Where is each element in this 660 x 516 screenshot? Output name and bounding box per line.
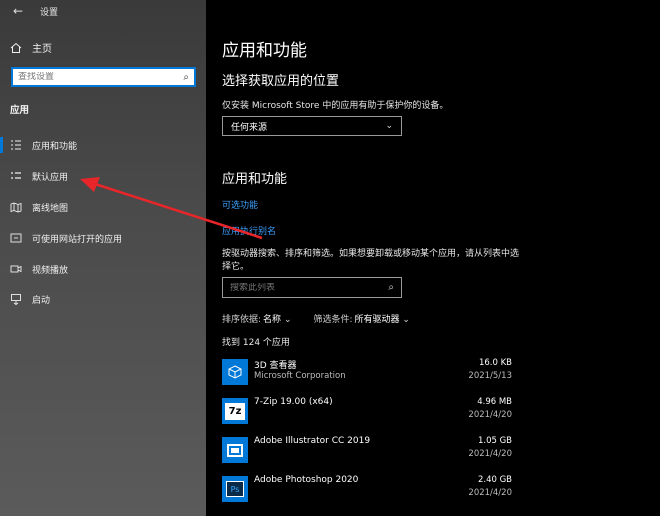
search-icon[interactable]: ⌕ xyxy=(388,282,394,293)
sidebar: 主页 ⌕ 应用 应用和功能 默认应用 离线地图 可使用网站打开的应用 视频播放 xyxy=(0,0,206,516)
sidebar-item-label: 启动 xyxy=(32,295,51,306)
sidebar-item-video-playback[interactable]: 视频播放 xyxy=(0,258,206,280)
sort-value: 名称 xyxy=(263,315,282,325)
default-apps-icon xyxy=(10,170,22,182)
7zip-icon: 7z xyxy=(222,398,248,424)
app-size: 2.40 GB xyxy=(477,475,512,485)
list-icon xyxy=(10,139,22,151)
sidebar-item-apps-features[interactable]: 应用和功能 xyxy=(0,134,206,156)
app-execution-alias-link[interactable]: 应用执行别名 xyxy=(222,224,276,237)
page-title: 应用和功能 xyxy=(222,41,307,61)
filter-control[interactable]: 筛选条件: 所有驱动器 ⌄ xyxy=(313,312,409,325)
app-name: Adobe Illustrator CC 2019 xyxy=(254,436,371,446)
filter-value: 所有驱动器 xyxy=(354,315,400,325)
settings-search-box[interactable]: ⌕ xyxy=(11,67,196,87)
apps-found-count: 找到 124 个应用 xyxy=(222,338,290,348)
sidebar-item-website-apps[interactable]: 可使用网站打开的应用 xyxy=(0,227,206,249)
app-list-item[interactable]: 3D 查看器 Microsoft Corporation 16.0 KB 202… xyxy=(222,357,512,391)
app-name: Adobe Photoshop 2020 xyxy=(254,475,359,485)
app-source-dropdown[interactable]: 任何来源 ⌄ xyxy=(222,116,402,136)
app-list-item[interactable]: Ps Adobe Photoshop 2020 2.40 GB 2021/4/2… xyxy=(222,474,512,508)
app-name: 3D 查看器 xyxy=(254,361,297,371)
app-name: 7-Zip 19.00 (x64) xyxy=(254,397,333,407)
app-list-search-input[interactable] xyxy=(230,282,370,293)
app-date: 2021/4/20 xyxy=(468,410,512,420)
illustrator-icon xyxy=(222,437,248,463)
photoshop-icon: Ps xyxy=(222,476,248,502)
app-list-item[interactable]: Adobe Illustrator CC 2019 1.05 GB 2021/4… xyxy=(222,435,512,469)
sidebar-item-startup[interactable]: 启动 xyxy=(0,288,206,310)
search-icon[interactable]: ⌕ xyxy=(183,72,189,83)
dropdown-value: 任何来源 xyxy=(231,122,268,133)
sidebar-item-label: 离线地图 xyxy=(32,203,69,214)
sort-label: 排序依据: xyxy=(222,315,262,325)
back-arrow-icon[interactable]: ← xyxy=(8,2,28,20)
main-content: 应用和功能 选择获取应用的位置 仅安装 Microsoft Store 中的应用… xyxy=(206,0,660,516)
sidebar-section-title: 应用 xyxy=(10,105,30,116)
choose-location-description: 仅安装 Microsoft Store 中的应用有助于保护你的设备。 xyxy=(222,101,449,111)
apps-features-heading: 应用和功能 xyxy=(222,172,288,187)
app-list-item[interactable]: 7z 7-Zip 19.00 (x64) 4.96 MB 2021/4/20 xyxy=(222,396,512,430)
window-title: 设置 xyxy=(40,8,59,18)
sort-control[interactable]: 排序依据: 名称 ⌄ xyxy=(222,312,291,325)
choose-location-heading: 选择获取应用的位置 xyxy=(222,74,340,89)
app-date: 2021/4/20 xyxy=(468,449,512,459)
startup-icon xyxy=(10,293,22,306)
sidebar-item-label: 可使用网站打开的应用 xyxy=(32,234,123,245)
chevron-down-icon: ⌄ xyxy=(385,121,393,131)
sidebar-item-offline-maps[interactable]: 离线地图 xyxy=(0,196,206,218)
app-publisher: Microsoft Corporation xyxy=(254,371,346,381)
app-date: 2021/4/20 xyxy=(468,488,512,498)
3d-viewer-icon xyxy=(222,359,248,385)
app-size: 4.96 MB xyxy=(477,397,512,407)
search-instruction: 按驱动器搜索、排序和筛选。如果想要卸载或移动某个应用，请从列表中选择它。 xyxy=(222,249,520,272)
map-icon xyxy=(10,201,22,213)
video-icon xyxy=(10,263,22,275)
app-size: 1.05 GB xyxy=(477,436,512,446)
website-apps-icon xyxy=(10,232,22,244)
home-label: 主页 xyxy=(32,44,52,55)
optional-features-link[interactable]: 可选功能 xyxy=(222,198,258,211)
filter-label: 筛选条件: xyxy=(313,315,353,325)
app-date: 2021/5/13 xyxy=(468,371,512,381)
home-icon xyxy=(10,42,22,54)
sidebar-item-label: 默认应用 xyxy=(32,172,69,183)
settings-search-input[interactable] xyxy=(18,72,168,82)
app-list-search-box[interactable]: ⌕ xyxy=(222,277,402,298)
app-size: 16.0 KB xyxy=(478,358,512,368)
sidebar-item-label: 应用和功能 xyxy=(32,141,78,152)
sidebar-home[interactable]: 主页 xyxy=(10,40,52,55)
sidebar-item-label: 视频播放 xyxy=(32,265,69,276)
chevron-down-icon: ⌄ xyxy=(283,315,292,325)
sort-filter-bar: 排序依据: 名称 ⌄ 筛选条件: 所有驱动器 ⌄ xyxy=(222,312,410,325)
chevron-down-icon: ⌄ xyxy=(402,315,410,325)
sidebar-item-default-apps[interactable]: 默认应用 xyxy=(0,165,206,187)
